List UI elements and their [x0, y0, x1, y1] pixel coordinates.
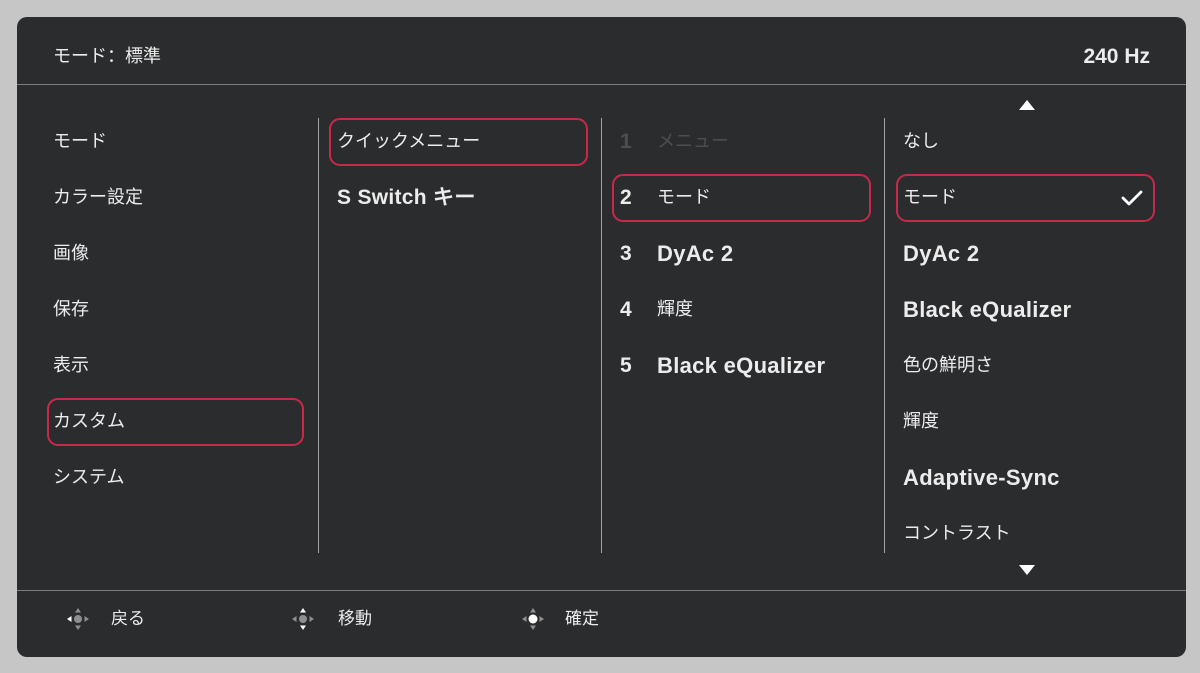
- menu-item-label: システム: [53, 467, 125, 488]
- menu-item-label: DyAc 2: [903, 241, 980, 266]
- joystick-left-icon: [67, 608, 89, 630]
- main-menu-item-system[interactable]: システム: [47, 454, 304, 502]
- menu-item-label: Adaptive-Sync: [903, 465, 1060, 490]
- scroll-up-icon[interactable]: [1019, 100, 1035, 110]
- quick-menu-slot-1: 1 メニュー: [612, 118, 871, 166]
- main-menu-item-mode[interactable]: モード: [47, 118, 304, 166]
- slot-number: 3: [620, 242, 632, 265]
- menu-item-label: カラー設定: [53, 187, 143, 208]
- slot-option-black-equalizer[interactable]: Black eQualizer: [896, 286, 1155, 334]
- menu-item-label: メニュー: [657, 131, 729, 152]
- footer-hint-label: 確定: [565, 609, 599, 629]
- footer-hint-move: 移動: [291, 607, 372, 631]
- column-divider: [601, 118, 602, 553]
- footer-hint-back: 戻る: [66, 607, 145, 631]
- footer-divider: [17, 590, 1186, 591]
- slot-number: 1: [620, 130, 632, 153]
- header-divider: [17, 84, 1186, 85]
- footer-hint-confirm: 確定: [521, 607, 599, 631]
- menu-item-label: 輝度: [657, 299, 693, 320]
- quick-menu-slot-5[interactable]: 5 Black eQualizer: [612, 342, 871, 390]
- footer-hint-label: 移動: [338, 609, 372, 629]
- menu-item-label: クイックメニュー: [337, 131, 481, 152]
- quick-menu-slot-4[interactable]: 4 輝度: [612, 286, 871, 334]
- menu-item-label: なし: [903, 131, 939, 152]
- main-menu-item-custom[interactable]: カスタム: [47, 398, 304, 446]
- footer-hint-label: 戻る: [111, 609, 145, 629]
- menu-item-label: コントラスト: [903, 523, 1011, 544]
- menu-item-label: カスタム: [53, 411, 125, 432]
- column-divider: [318, 118, 319, 553]
- main-menu-item-picture[interactable]: 画像: [47, 230, 304, 278]
- menu-item-label: モード: [903, 187, 957, 208]
- check-icon: [1121, 190, 1143, 206]
- slot-option-brightness[interactable]: 輝度: [896, 398, 1155, 446]
- menu-item-label: 色の鮮明さ: [903, 355, 993, 376]
- menu-item-label: モード: [53, 131, 107, 152]
- slot-option-dyac2[interactable]: DyAc 2: [896, 230, 1155, 278]
- menu-item-label: 画像: [53, 243, 89, 264]
- joystick-updown-icon: [292, 608, 314, 630]
- slot-number: 5: [620, 354, 632, 377]
- slot-option-color-vibrance[interactable]: 色の鮮明さ: [896, 342, 1155, 390]
- main-menu-item-save[interactable]: 保存: [47, 286, 304, 334]
- slot-number: 4: [620, 298, 632, 321]
- menu-item-label: モード: [657, 187, 711, 208]
- main-menu-item-display[interactable]: 表示: [47, 342, 304, 390]
- refresh-rate-readout: 240 Hz: [1083, 45, 1150, 68]
- slot-number: 2: [620, 186, 632, 209]
- osd-panel: モード：標準 240 Hz モード カラー設定 画像 保存 表示 カスタム シス…: [17, 17, 1186, 657]
- quick-menu-slot-3[interactable]: 3 DyAc 2: [612, 230, 871, 278]
- main-menu-item-color-settings[interactable]: カラー設定: [47, 174, 304, 222]
- column-divider: [884, 118, 885, 553]
- menu-item-label: 表示: [53, 355, 89, 376]
- slot-option-adaptive-sync[interactable]: Adaptive-Sync: [896, 454, 1155, 502]
- slot-option-mode[interactable]: モード: [896, 174, 1155, 222]
- custom-menu-item-s-switch-key[interactable]: S Switch キー: [329, 174, 588, 222]
- menu-item-label: DyAc 2: [657, 241, 734, 266]
- menu-item-label: Black eQualizer: [903, 297, 1072, 322]
- joystick-press-icon: [522, 608, 544, 630]
- menu-item-label: Black eQualizer: [657, 353, 826, 378]
- slot-option-contrast[interactable]: コントラスト: [896, 510, 1155, 558]
- slot-option-none[interactable]: なし: [896, 118, 1155, 166]
- scroll-down-icon[interactable]: [1019, 565, 1035, 575]
- quick-menu-slot-2[interactable]: 2 モード: [612, 174, 871, 222]
- current-mode-label: モード：標準: [53, 46, 161, 67]
- custom-menu-item-quick-menu[interactable]: クイックメニュー: [329, 118, 588, 166]
- menu-item-label: 輝度: [903, 411, 939, 432]
- menu-item-label: 保存: [53, 299, 89, 320]
- menu-item-label: S Switch キー: [337, 186, 476, 209]
